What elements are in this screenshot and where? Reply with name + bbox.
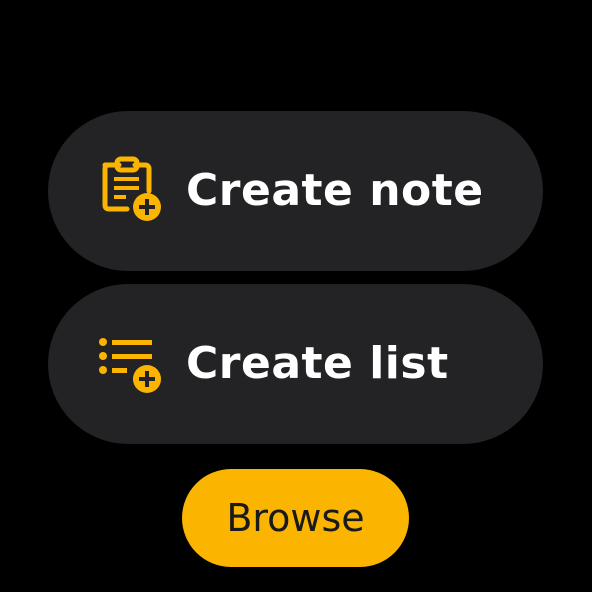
list-add-icon [97,328,165,396]
create-note-label: Create note [186,165,484,216]
watch-screen: Create note Create list Browse [0,0,592,592]
browse-button[interactable]: Browse [182,469,409,567]
create-note-button[interactable]: Create note [48,111,543,271]
create-list-button[interactable]: Create list [48,284,543,444]
note-add-icon [97,155,165,223]
create-list-label: Create list [186,338,449,389]
